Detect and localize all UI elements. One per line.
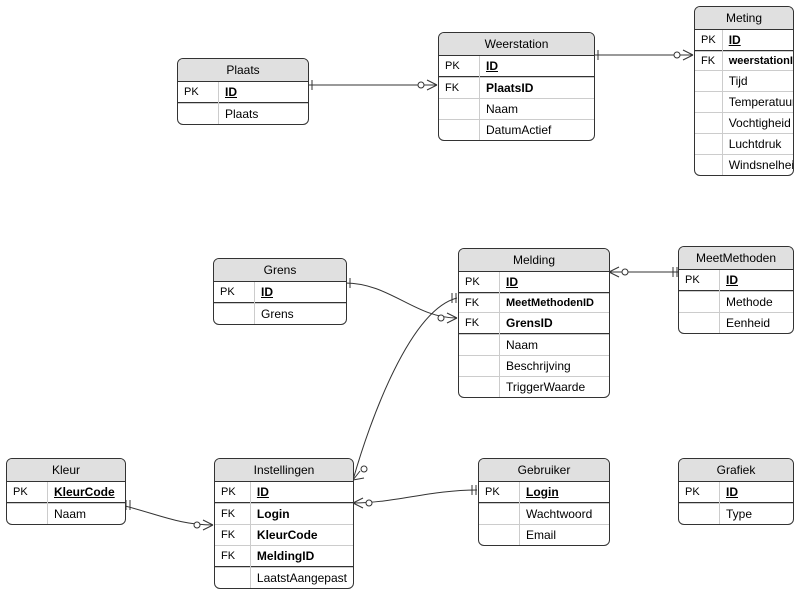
entity-meting: Meting PK ID FK weerstationID Tijd Tempe…: [694, 6, 794, 176]
field-name: Luchtdruk: [722, 134, 794, 155]
key-label: FK: [215, 546, 250, 567]
field-name: ID: [480, 56, 595, 77]
key-label: [459, 335, 500, 356]
field-name: ID: [255, 282, 347, 303]
field-name: Naam: [48, 504, 126, 525]
field-name: Tijd: [722, 71, 794, 92]
entity-title: Weerstation: [439, 33, 594, 56]
entity-title: Melding: [459, 249, 609, 272]
key-label: [695, 155, 722, 176]
key-label: PK: [479, 482, 520, 503]
entity-title: Meting: [695, 7, 793, 30]
key-label: PK: [178, 82, 219, 103]
key-label: [695, 92, 722, 113]
field-name: ID: [720, 482, 794, 503]
key-label: FK: [459, 313, 500, 334]
entity-gebruiker: Gebruiker PK Login Wachtwoord Email: [478, 458, 610, 546]
entity-title: Instellingen: [215, 459, 353, 482]
field-name: DatumActief: [480, 120, 595, 141]
entity-title: Plaats: [178, 59, 308, 82]
field-name: KleurCode: [250, 525, 353, 546]
key-label: PK: [7, 482, 48, 503]
key-label: [459, 356, 500, 377]
field-name: KleurCode: [48, 482, 126, 503]
key-label: FK: [215, 525, 250, 546]
key-label: [695, 134, 722, 155]
entity-title: Grens: [214, 259, 346, 282]
field-name: PlaatsID: [480, 78, 595, 99]
field-name: Naam: [500, 335, 610, 356]
key-label: FK: [695, 52, 722, 71]
key-label: [459, 377, 500, 398]
key-label: [214, 304, 255, 325]
field-name: Eenheid: [720, 313, 794, 334]
entity-meetmethoden: MeetMethoden PK ID Methode Eenheid: [678, 246, 794, 334]
field-name: ID: [250, 482, 353, 503]
field-name: ID: [722, 30, 794, 51]
field-name: ID: [500, 272, 610, 293]
key-label: FK: [439, 78, 480, 99]
field-name: GrensID: [500, 313, 610, 334]
entity-weerstation: Weerstation PK ID FK PlaatsID Naam Datum…: [438, 32, 595, 141]
field-name: Windsnelheid: [722, 155, 794, 176]
key-label: [695, 113, 722, 134]
field-name: Beschrijving: [500, 356, 610, 377]
field-name: MeldingID: [250, 546, 353, 567]
field-name: MeetMethodenID: [500, 294, 610, 313]
field-name: weerstationID: [722, 52, 794, 71]
key-label: [679, 504, 720, 525]
key-label: [178, 104, 219, 125]
entity-instellingen: Instellingen PK ID FK Login FK KleurCode…: [214, 458, 354, 589]
field-name: ID: [720, 270, 794, 291]
key-label: PK: [679, 482, 720, 503]
field-name: TriggerWaarde: [500, 377, 610, 398]
key-label: [479, 525, 520, 546]
entity-title: Kleur: [7, 459, 125, 482]
key-label: PK: [215, 482, 250, 503]
entity-title: MeetMethoden: [679, 247, 793, 270]
field-name: Naam: [480, 99, 595, 120]
field-name: Grens: [255, 304, 347, 325]
key-label: PK: [679, 270, 720, 291]
field-name: Type: [720, 504, 794, 525]
key-label: PK: [439, 56, 480, 77]
field-name: Email: [520, 525, 610, 546]
field-name: Wachtwoord: [520, 504, 610, 525]
field-name: LaatstAangepast: [250, 568, 353, 589]
key-label: [439, 120, 480, 141]
key-label: [439, 99, 480, 120]
entity-melding: Melding PK ID FK MeetMethodenID FK Grens…: [458, 248, 610, 398]
key-label: PK: [214, 282, 255, 303]
field-name: Temperatuur: [722, 92, 794, 113]
field-name: Login: [520, 482, 610, 503]
key-label: [479, 504, 520, 525]
entity-grafiek: Grafiek PK ID Type: [678, 458, 794, 525]
entity-kleur: Kleur PK KleurCode Naam: [6, 458, 126, 525]
entity-grens: Grens PK ID Grens: [213, 258, 347, 325]
field-name: Vochtigheid: [722, 113, 794, 134]
field-name: Methode: [720, 292, 794, 313]
field-name: Plaats: [219, 104, 309, 125]
entity-title: Grafiek: [679, 459, 793, 482]
field-name: Login: [250, 504, 353, 525]
key-label: [7, 504, 48, 525]
entity-title: Gebruiker: [479, 459, 609, 482]
key-label: [695, 71, 722, 92]
key-label: [679, 313, 720, 334]
key-label: [215, 568, 250, 589]
key-label: PK: [695, 30, 722, 51]
entity-plaats: Plaats PK ID Plaats: [177, 58, 309, 125]
key-label: FK: [459, 294, 500, 313]
key-label: [679, 292, 720, 313]
key-label: FK: [215, 504, 250, 525]
field-name: ID: [219, 82, 309, 103]
key-label: PK: [459, 272, 500, 293]
